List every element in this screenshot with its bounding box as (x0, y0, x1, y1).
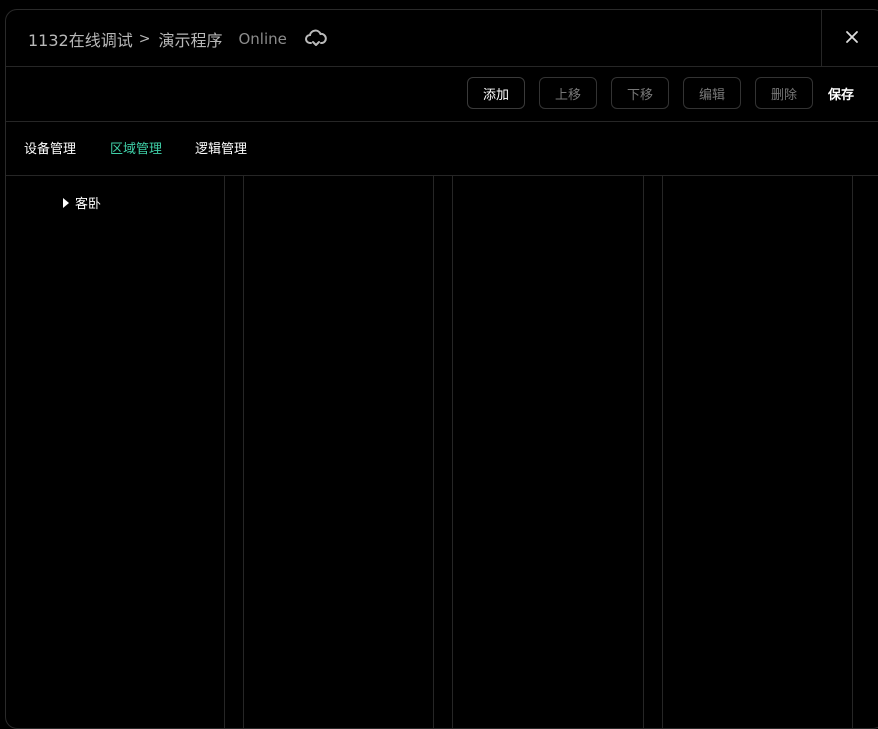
column-divider (433, 175, 434, 728)
tree-node-label: 客卧 (75, 197, 102, 212)
breadcrumb: 1132在线调试 > 演示程序 Online (28, 27, 327, 51)
move-up-button[interactable]: 上移 (539, 77, 597, 109)
tab-device-management[interactable]: 设备管理 (24, 138, 76, 157)
close-icon (845, 29, 859, 48)
tab-bar: 设备管理 区域管理 逻辑管理 (6, 121, 878, 176)
save-button[interactable]: 保存 (828, 77, 854, 109)
tab-area-management[interactable]: 区域管理 (110, 138, 162, 157)
connection-status: Online (238, 30, 287, 48)
column-divider (224, 175, 225, 728)
column-divider (243, 175, 244, 728)
column-divider (643, 175, 644, 728)
add-button[interactable]: 添加 (467, 77, 525, 109)
delete-button[interactable]: 删除 (755, 77, 813, 109)
cloud-sync-icon[interactable] (304, 29, 327, 49)
breadcrumb-separator: > (138, 31, 151, 47)
column-divider (852, 175, 853, 728)
dialog-window: 1132在线调试 > 演示程序 Online 添加 上移 下移 编辑 删除 保存… (5, 9, 878, 729)
tree-node-guest-bedroom[interactable]: 客卧 (63, 193, 101, 212)
breadcrumb-program: 演示程序 (158, 31, 223, 50)
move-down-button[interactable]: 下移 (611, 77, 669, 109)
breadcrumb-project[interactable]: 1132在线调试 (28, 27, 133, 51)
content-area: 客卧 (6, 175, 878, 728)
toolbar: 添加 上移 下移 编辑 删除 保存 (6, 66, 878, 122)
edit-button[interactable]: 编辑 (683, 77, 741, 109)
close-button[interactable] (821, 10, 878, 66)
column-divider (662, 175, 663, 728)
tab-logic-management[interactable]: 逻辑管理 (195, 138, 247, 157)
column-divider (452, 175, 453, 728)
caret-right-icon[interactable] (63, 197, 69, 208)
title-bar: 1132在线调试 > 演示程序 Online (6, 10, 878, 67)
